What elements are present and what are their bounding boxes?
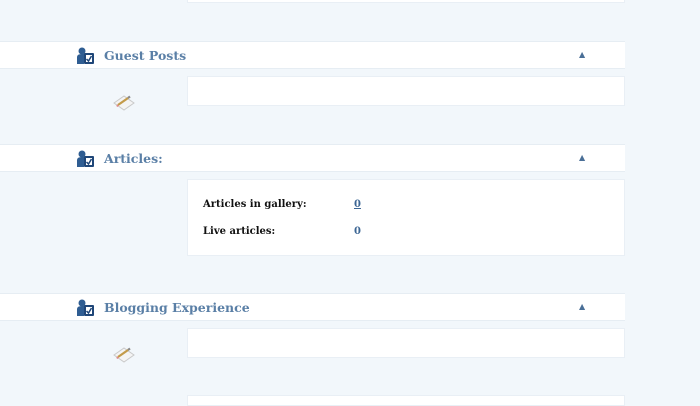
user-profile-icon xyxy=(77,47,94,64)
collapse-toggle[interactable]: ▲ xyxy=(579,153,585,162)
guest-posts-panel xyxy=(187,76,625,106)
top-panel xyxy=(187,0,625,3)
blogging-experience-panel xyxy=(187,328,625,358)
stat-label-live-articles: Live articles: xyxy=(203,226,276,237)
bottom-panel xyxy=(187,395,625,406)
section-header-blogging-experience: Blogging Experience ▲ xyxy=(0,293,625,321)
user-profile-icon xyxy=(77,299,94,316)
stat-value-articles-gallery[interactable]: 0 xyxy=(354,199,361,210)
section-title: Guest Posts xyxy=(104,48,187,63)
section-header-articles: Articles: ▲ xyxy=(0,144,625,172)
section-title: Blogging Experience xyxy=(104,300,250,315)
user-profile-icon xyxy=(77,150,94,167)
section-title: Articles: xyxy=(104,151,163,166)
section-header-guest-posts: Guest Posts ▲ xyxy=(0,41,625,69)
edit-pencil-icon[interactable] xyxy=(112,345,136,365)
collapse-toggle[interactable]: ▲ xyxy=(579,50,585,59)
stat-label-articles-gallery: Articles in gallery: xyxy=(203,199,307,210)
stat-value-live-articles: 0 xyxy=(354,226,361,237)
edit-pencil-icon[interactable] xyxy=(112,93,136,113)
collapse-toggle[interactable]: ▲ xyxy=(579,302,585,311)
articles-panel xyxy=(187,179,625,256)
